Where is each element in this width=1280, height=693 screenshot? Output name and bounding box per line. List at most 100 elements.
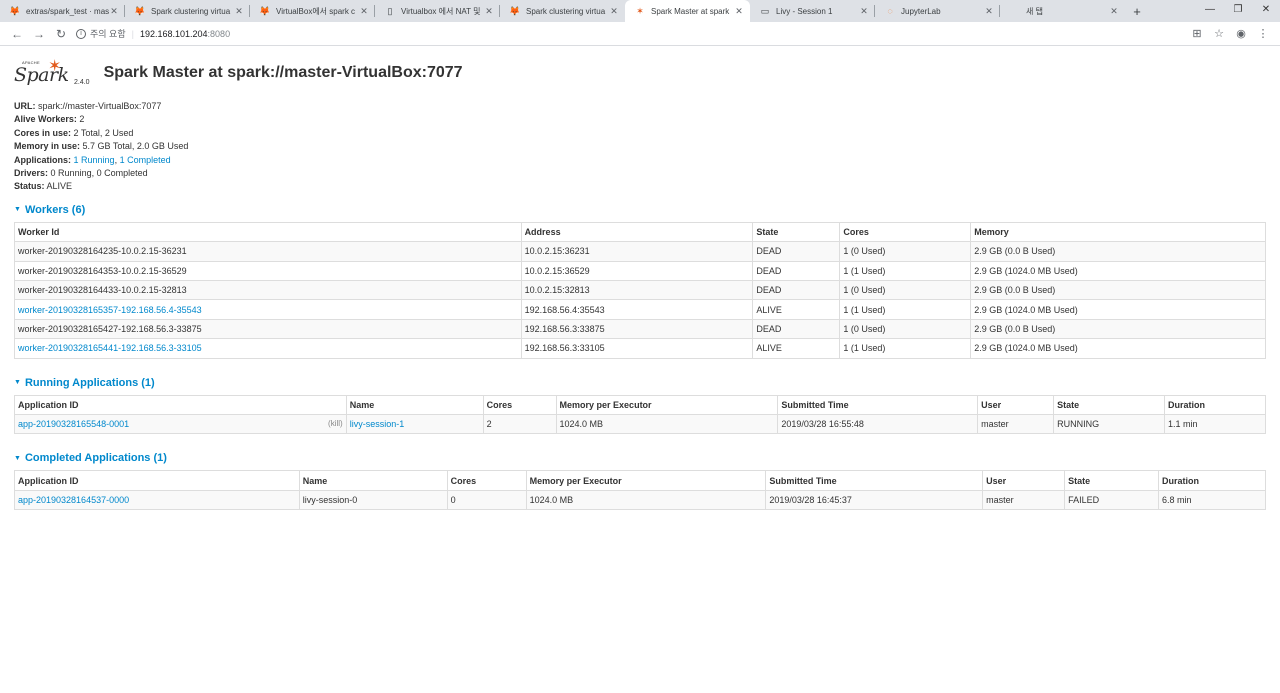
column-header[interactable]: State — [1053, 394, 1166, 415]
running-apps-table: Application ID Name Cores Memory per Execut… — [14, 394, 1266, 435]
app-memory-cell: 1024.0 MB — [525, 489, 767, 511]
new-tab-button[interactable]: + — [1125, 0, 1149, 22]
close-tab-icon[interactable]: ✕ — [109, 6, 119, 17]
summary-status: Status: ALIVE — [14, 181, 73, 192]
browser-tab[interactable]: 🦊 VirtualBox에서 spark c ✕ — [250, 0, 375, 22]
worker-memory-cell: 2.9 GB (0.0 B Used) — [970, 280, 1266, 301]
translate-icon[interactable]: ⊞ — [1186, 27, 1208, 40]
browser-tab[interactable]: ▯ Virtualbox 에서 NAT 및 ✕ — [375, 0, 500, 22]
worker-id-cell: worker-20190328164353-10.0.2.15-36529 — [14, 260, 522, 282]
tab-title: 새 탭 — [1026, 6, 1043, 16]
column-header[interactable]: State — [1064, 470, 1160, 491]
spark-logo[interactable]: APACHE Spark ✶ — [14, 58, 69, 88]
tab-title: Livy - Session 1 — [776, 6, 833, 16]
info-icon[interactable]: i — [76, 28, 86, 39]
column-header[interactable]: Submitted Time — [765, 470, 984, 491]
app-id-link[interactable]: app-20190328164537-0000 — [18, 495, 129, 505]
reload-button[interactable]: ↻ — [50, 27, 72, 41]
close-tab-icon[interactable]: ✕ — [234, 6, 244, 17]
column-header[interactable]: Cores — [446, 470, 527, 491]
worker-link[interactable]: worker-20190328165357-192.168.56.4-35543 — [18, 305, 202, 315]
close-tab-icon[interactable]: ✕ — [734, 6, 744, 17]
column-header[interactable]: Name — [345, 394, 484, 415]
gitlab-icon: 🦊 — [259, 5, 271, 16]
app-id-link[interactable]: app-20190328165548-0001 — [18, 419, 129, 429]
account-icon[interactable]: ◉ — [1230, 27, 1252, 40]
column-header[interactable]: Duration — [1164, 394, 1266, 415]
address-bar[interactable]: i 주의 요함 | 192.168.101.204:8080 — [76, 27, 1186, 40]
app-id-cell: app-20190328165548-0001 (kill) — [14, 413, 347, 435]
running-apps-link[interactable]: 1 Running — [74, 155, 115, 165]
browser-tab[interactable]: 🦊 Spark clustering virtua ✕ — [500, 0, 625, 22]
column-header[interactable]: Application ID — [14, 470, 300, 491]
page-content: APACHE Spark ✶ 2.4.0 Spark Master at spa… — [0, 46, 1280, 511]
column-header[interactable]: Memory per Executor — [525, 470, 767, 491]
table-row: worker-20190328164433-10.0.2.15-32813 10.… — [14, 280, 1266, 301]
close-tab-icon[interactable]: ✕ — [1109, 6, 1119, 17]
browser-tab[interactable]: 🦊 extras/spark_test · mas ✕ — [0, 0, 125, 22]
close-tab-icon[interactable]: ✕ — [484, 6, 494, 17]
column-header[interactable]: Address — [520, 221, 754, 243]
worker-state-cell: ALIVE — [752, 338, 841, 359]
forward-button[interactable]: → — [28, 27, 50, 41]
workers-section-toggle[interactable]: ▼ Workers (6) — [14, 204, 1266, 216]
bookmark-star-icon[interactable]: ☆ — [1208, 27, 1230, 40]
running-apps-heading: Running Applications (1) — [24, 376, 155, 389]
close-window-button[interactable]: ✕ — [1252, 0, 1280, 22]
worker-memory-cell: 2.9 GB (0.0 B Used) — [970, 318, 1266, 340]
tab-title: Spark clustering virtua — [526, 6, 606, 16]
app-cores-cell: 2 — [482, 413, 557, 435]
page-title: Spark Master at spark://master-VirtualBo… — [103, 64, 463, 81]
worker-cores-cell: 1 (1 Used) — [839, 338, 972, 359]
column-header[interactable]: User — [977, 394, 1055, 415]
column-header[interactable]: Cores — [839, 221, 972, 243]
column-header[interactable]: Memory per Executor — [555, 394, 779, 415]
column-header[interactable]: State — [752, 221, 841, 243]
app-id-cell: app-20190328164537-0000 — [14, 489, 300, 511]
column-header[interactable]: Worker Id — [14, 221, 522, 243]
app-submitted-cell: 2019/03/28 16:55:48 — [777, 413, 979, 435]
worker-cores-cell: 1 (0 Used) — [839, 280, 972, 301]
completed-apps-section-toggle[interactable]: ▼ Completed Applications (1) — [14, 452, 1266, 464]
browser-tab[interactable]: 🦊 Spark clustering virtua ✕ — [125, 0, 250, 22]
worker-state-cell: ALIVE — [752, 299, 841, 320]
browser-tab[interactable]: ▭ Livy - Session 1 ✕ — [750, 0, 875, 22]
worker-state-cell: DEAD — [752, 318, 841, 340]
app-submitted-cell: 2019/03/28 16:45:37 — [765, 489, 984, 511]
worker-cores-cell: 1 (1 Used) — [839, 260, 972, 282]
column-header[interactable]: Submitted Time — [777, 394, 979, 415]
maximize-button[interactable]: ❐ — [1224, 0, 1252, 22]
menu-icon[interactable]: ⋮ — [1252, 27, 1274, 40]
close-tab-icon[interactable]: ✕ — [859, 6, 869, 17]
table-row: app-20190328164537-0000 livy-session-0 0 10… — [14, 489, 1266, 511]
kill-app-link[interactable]: (kill) — [328, 419, 343, 428]
browser-tab[interactable]: 새 탭 ✕ — [1000, 0, 1125, 22]
tab-strip: 🦊 extras/spark_test · mas ✕ 🦊 Spark clusteri… — [0, 0, 1125, 22]
summary-drivers: Drivers: 0 Running, 0 Completed — [14, 168, 148, 179]
back-button[interactable]: ← — [6, 27, 28, 41]
app-name-link[interactable]: livy-session-1 — [350, 419, 405, 429]
column-header[interactable]: User — [982, 470, 1066, 491]
close-tab-icon[interactable]: ✕ — [609, 6, 619, 17]
column-header[interactable]: Cores — [482, 394, 557, 415]
url-host: 192.168.101.204 — [139, 28, 208, 39]
running-apps-section-toggle[interactable]: ▼ Running Applications (1) — [14, 377, 1266, 389]
worker-id: worker-20190328165427-192.168.56.3-33875 — [18, 323, 202, 334]
browser-tab[interactable]: ✶ Spark Master at spark ✕ — [625, 0, 750, 22]
close-tab-icon[interactable]: ✕ — [984, 6, 994, 17]
summary-memory: Memory in use: 5.7 GB Total, 2.0 GB Used — [14, 141, 189, 152]
column-header[interactable]: Application ID — [14, 394, 347, 415]
worker-address-cell: 10.0.2.15:32813 — [520, 280, 754, 301]
browser-tab[interactable]: ◌ JupyterLab ✕ — [875, 0, 1000, 22]
column-header[interactable]: Duration — [1158, 470, 1266, 491]
minimize-button[interactable]: — — [1196, 0, 1224, 22]
worker-state-cell: DEAD — [752, 241, 841, 262]
column-header[interactable]: Memory — [970, 221, 1266, 243]
completed-apps-link[interactable]: 1 Completed — [120, 155, 171, 165]
close-tab-icon[interactable]: ✕ — [359, 6, 369, 17]
worker-link[interactable]: worker-20190328165441-192.168.56.3-33105 — [18, 343, 202, 353]
column-header[interactable]: Name — [298, 470, 448, 491]
worker-cores-cell: 1 (1 Used) — [839, 299, 972, 320]
cluster-summary: URL: spark://master-VirtualBox:7077 Aliv… — [14, 100, 1266, 194]
spark-version: 2.4.0 — [74, 79, 90, 86]
